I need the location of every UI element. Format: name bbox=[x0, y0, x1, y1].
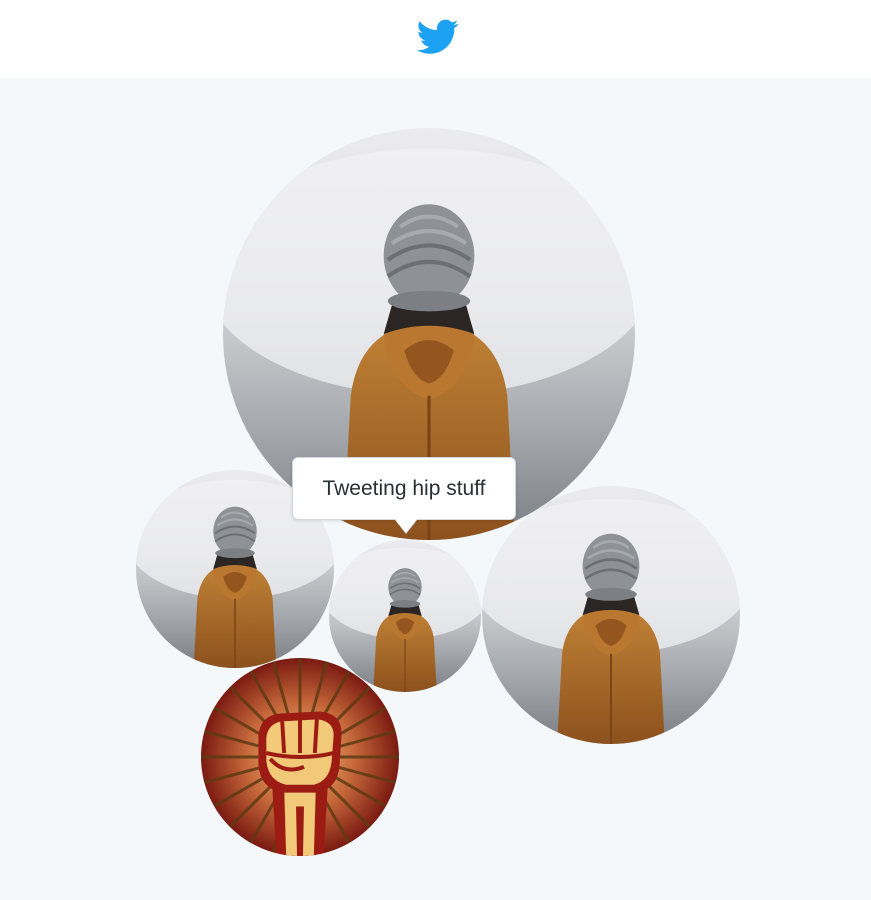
avatar-bubble-center[interactable] bbox=[329, 540, 481, 692]
tooltip-text: Tweeting hip stuff bbox=[322, 476, 486, 500]
tooltip-arrow bbox=[395, 519, 417, 533]
avatar-bubble-right[interactable] bbox=[482, 486, 740, 744]
tooltip: Tweeting hip stuff bbox=[292, 457, 516, 520]
person-in-beanie-avatar bbox=[482, 486, 740, 744]
twitter-bird-icon[interactable] bbox=[416, 19, 459, 55]
avatar-bubble-fist[interactable] bbox=[201, 658, 399, 856]
raised-fist-avatar bbox=[201, 658, 399, 856]
header bbox=[0, 0, 871, 78]
person-in-beanie-avatar bbox=[329, 540, 481, 692]
